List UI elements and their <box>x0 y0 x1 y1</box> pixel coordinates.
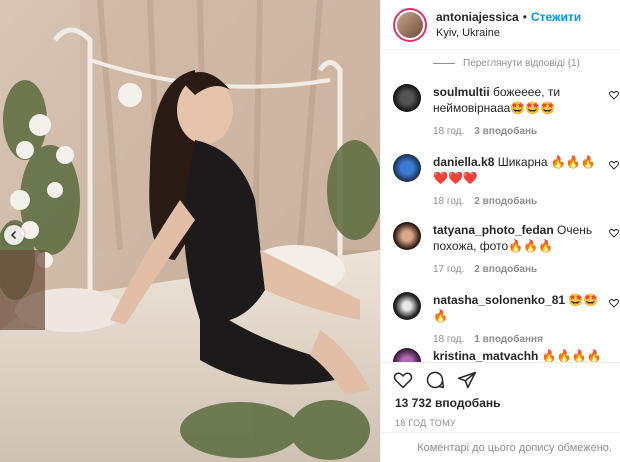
commenter-avatar[interactable] <box>393 222 421 250</box>
post-photo-image <box>0 0 380 462</box>
post-actions <box>381 362 620 396</box>
comment-username[interactable]: tatyana_photo_fedan <box>433 223 554 237</box>
comment-item: daniella.k8 Шикарна 🔥🔥🔥❤️❤️❤️ 18 год. 2 в… <box>393 154 619 207</box>
comment-item: tatyana_photo_fedan Очень похожа, фото🔥🔥… <box>393 222 619 275</box>
comment-likes[interactable]: 3 вподобань <box>474 126 537 137</box>
comment-username[interactable]: soulmultii <box>433 85 490 99</box>
author-avatar[interactable] <box>393 7 427 42</box>
post-location[interactable]: Kyiv, Ukraine <box>436 25 581 41</box>
post-time[interactable]: 18 ГОД ТОМУ <box>395 418 456 428</box>
heart-icon[interactable] <box>609 160 619 170</box>
separator-dot: • <box>522 9 527 24</box>
comment-likes[interactable]: 1 вподобання <box>474 334 543 345</box>
comment-time[interactable]: 18 год. <box>433 334 464 345</box>
heart-icon[interactable] <box>609 298 619 308</box>
comment-username[interactable]: daniella.k8 <box>433 155 494 169</box>
carousel-prev-button[interactable] <box>4 225 24 245</box>
comment-username[interactable]: natasha_solonenko_81 <box>433 293 565 307</box>
comment-time[interactable]: 18 год. <box>433 196 464 207</box>
follow-button[interactable]: Стежити <box>531 9 581 25</box>
heart-icon <box>393 371 413 389</box>
chevron-left-icon <box>10 230 17 240</box>
commenter-avatar[interactable] <box>393 292 421 320</box>
comment-item: kristina_matvachh 🔥🔥🔥🔥🔥🔥 <box>393 348 613 362</box>
comment-likes[interactable]: 2 вподобань <box>474 196 537 207</box>
view-replies-label: Переглянути відповіді (1) <box>463 58 580 69</box>
post-sidebar: antoniajessica • Стежити Kyiv, Ukraine П… <box>380 0 620 462</box>
share-button[interactable] <box>457 370 477 390</box>
comment-likes[interactable]: 2 вподобань <box>474 264 537 275</box>
comments-restricted-notice: Коментарі до цього допису обмежено. <box>381 432 620 462</box>
comment-item: natasha_solonenko_81 🤩🤩🔥 18 год. 1 вподоб… <box>393 292 619 345</box>
view-replies-button[interactable]: Переглянути відповіді (1) <box>433 58 580 69</box>
post-header: antoniajessica • Стежити Kyiv, Ukraine <box>381 0 620 50</box>
heart-icon[interactable] <box>609 90 619 100</box>
post-photo[interactable] <box>0 0 380 462</box>
comment-time[interactable]: 17 год. <box>433 264 464 275</box>
likes-count[interactable]: 13 732 вподобань <box>395 396 501 410</box>
commenter-avatar[interactable] <box>393 154 421 182</box>
commenter-avatar[interactable] <box>393 84 421 112</box>
author-username[interactable]: antoniajessica <box>436 9 519 25</box>
comments-list: Переглянути відповіді (1) soulmultii бож… <box>381 50 620 362</box>
comment-icon <box>426 371 445 388</box>
comment-button[interactable] <box>425 370 445 390</box>
comment-time[interactable]: 18 год. <box>433 126 464 137</box>
like-button[interactable] <box>393 370 413 390</box>
comment-item: soulmultii божееее, ти неймовірнааа🤩🤩🤩 1… <box>393 84 619 137</box>
commenter-avatar[interactable] <box>393 348 421 362</box>
heart-icon[interactable] <box>609 228 619 238</box>
share-icon <box>457 371 477 388</box>
comment-username[interactable]: kristina_matvachh <box>433 349 538 362</box>
